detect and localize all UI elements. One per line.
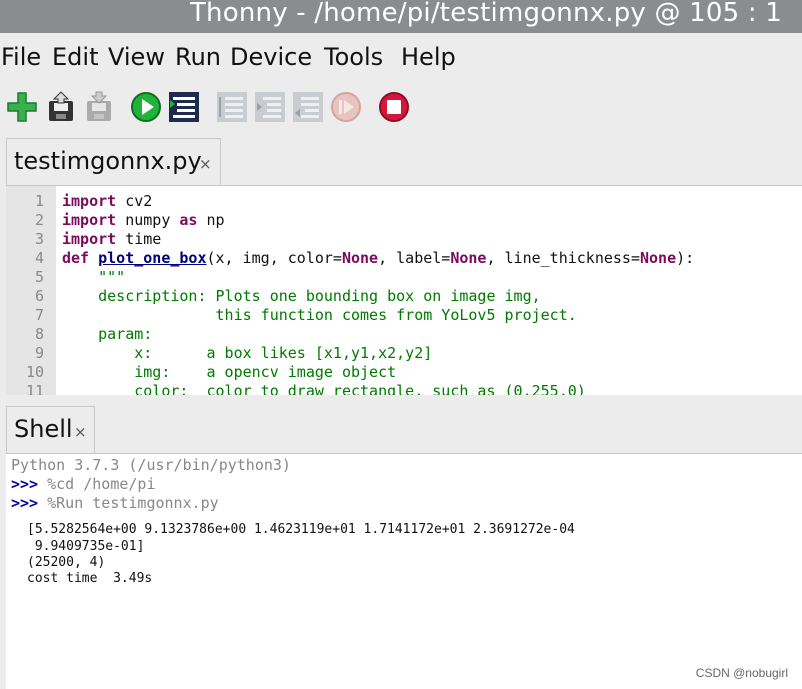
code-token: None xyxy=(450,249,487,267)
line-number: 10 xyxy=(25,363,44,381)
menu-view[interactable]: View xyxy=(108,43,165,71)
line-number: 1 xyxy=(34,192,44,210)
tab-shell[interactable]: Shell × xyxy=(6,406,95,454)
code-token: None xyxy=(341,249,379,267)
save-icon[interactable] xyxy=(83,91,115,123)
code-line: img: a opencv image object xyxy=(62,363,396,381)
watermark: CSDN @nobugirl xyxy=(695,666,788,680)
menu-run[interactable]: Run xyxy=(175,43,221,71)
step-over-icon[interactable] xyxy=(216,91,248,123)
resume-icon[interactable] xyxy=(330,91,362,123)
line-number: 5 xyxy=(34,268,44,286)
toolbar xyxy=(0,85,802,135)
menu-edit[interactable]: Edit xyxy=(52,43,98,71)
code-line: import cv2 xyxy=(62,192,152,210)
code-token: param: xyxy=(62,325,153,343)
code-editor[interactable]: 1 2 3 4 5 6 7 8 9 10 11 import cv2 import numpy as … xyxy=(6,185,802,396)
line-number: 9 xyxy=(34,344,44,362)
shell-prompt: >>> xyxy=(11,475,39,493)
code-line: import numpy as np xyxy=(62,211,225,229)
shell-output-line: (25200, 4) xyxy=(27,555,106,570)
code-token: plot_one_box xyxy=(98,249,207,267)
shell-output-line: cost time 3.49s xyxy=(27,571,153,586)
shell-prompt: >>> xyxy=(11,494,39,512)
window-title: Thonny - /home/pi/testimgonnx.py @ 105 :… xyxy=(189,0,782,28)
code-line: param: xyxy=(62,325,152,343)
code-token: , label= xyxy=(378,249,451,267)
close-icon[interactable]: × xyxy=(74,423,87,441)
editor-tab-strip: testimgonnx.py × xyxy=(0,135,802,186)
line-number: 6 xyxy=(34,287,44,305)
code-token: x: a box likes [x1,y1,x2,y2] xyxy=(62,344,433,362)
code-line: description: Plots one bounding box on i… xyxy=(62,287,541,305)
line-number: 4 xyxy=(34,249,44,267)
code-token: cv2 xyxy=(116,192,153,210)
step-out-icon[interactable] xyxy=(292,91,324,123)
tab-testimgonnx[interactable]: testimgonnx.py × xyxy=(6,138,221,186)
code-token: np xyxy=(197,211,225,229)
code-token: as xyxy=(179,211,198,229)
new-file-icon[interactable] xyxy=(6,91,38,123)
code-token: (x, img, color= xyxy=(206,249,342,267)
menu-help[interactable]: Help xyxy=(401,43,456,71)
line-number: 3 xyxy=(34,230,44,248)
code-token: , line_thickness= xyxy=(486,249,640,267)
line-number: 2 xyxy=(34,211,44,229)
shell-tab-label: Shell xyxy=(14,415,73,443)
debug-icon[interactable] xyxy=(168,91,200,123)
code-token: ): xyxy=(676,249,695,267)
run-icon[interactable] xyxy=(130,91,162,123)
shell-command: %cd /home/pi xyxy=(38,475,156,493)
line-number: 11 xyxy=(25,382,44,396)
code-line: x: a box likes [x1,y1,x2,y2] xyxy=(62,344,432,362)
code-line: """ xyxy=(62,268,125,286)
shell-tab-strip: Shell × xyxy=(0,395,802,454)
code-token: """ xyxy=(62,268,126,286)
line-number: 7 xyxy=(34,306,44,324)
menu-device[interactable]: Device xyxy=(230,43,312,71)
menu-tools[interactable]: Tools xyxy=(324,43,383,71)
code-token: img: a opencv image object xyxy=(62,363,397,381)
code-line: def plot_one_box(x, img, color=None, lab… xyxy=(62,249,694,267)
shell-command: %Run testimgonnx.py xyxy=(38,494,219,512)
menu-file[interactable]: File xyxy=(1,43,41,71)
line-number: 8 xyxy=(34,325,44,343)
code-token: import xyxy=(62,230,117,248)
close-icon[interactable]: × xyxy=(199,155,212,173)
code-line: this function comes from YoLov5 project. xyxy=(62,306,577,324)
code-token: numpy xyxy=(116,211,180,229)
menu-bar: File Edit View Run Device Tools Help xyxy=(0,33,802,85)
code-token: this function comes from YoLov5 project. xyxy=(62,306,577,324)
code-line: color: color to draw rectangle, such as … xyxy=(62,382,586,396)
shell-output-line: [5.5282564e+00 9.1323786e+00 1.4623119e+… xyxy=(27,522,575,537)
shell-command-line: >>> %cd /home/pi xyxy=(11,475,156,493)
code-token: import xyxy=(62,192,117,210)
step-into-icon[interactable] xyxy=(254,91,286,123)
load-icon[interactable] xyxy=(45,91,77,123)
shell-header: Python 3.7.3 (/usr/bin/python3) xyxy=(11,456,291,474)
shell-command-line: >>> %Run testimgonnx.py xyxy=(11,494,219,512)
code-token: description: Plots one bounding box on i… xyxy=(62,287,541,305)
stop-icon[interactable] xyxy=(378,91,410,123)
title-bar: Thonny - /home/pi/testimgonnx.py @ 105 :… xyxy=(0,0,802,33)
shell-console[interactable]: Python 3.7.3 (/usr/bin/python3) >>> %cd … xyxy=(6,453,802,689)
code-token: import xyxy=(62,211,117,229)
tab-label: testimgonnx.py xyxy=(14,147,202,175)
code-token: None xyxy=(640,249,677,267)
code-line: import time xyxy=(62,230,161,248)
code-token: time xyxy=(116,230,162,248)
code-token: def xyxy=(62,249,90,267)
code-token: color: color to draw rectangle, such as … xyxy=(62,382,586,396)
shell-output-line: 9.9409735e-01] xyxy=(27,539,145,554)
